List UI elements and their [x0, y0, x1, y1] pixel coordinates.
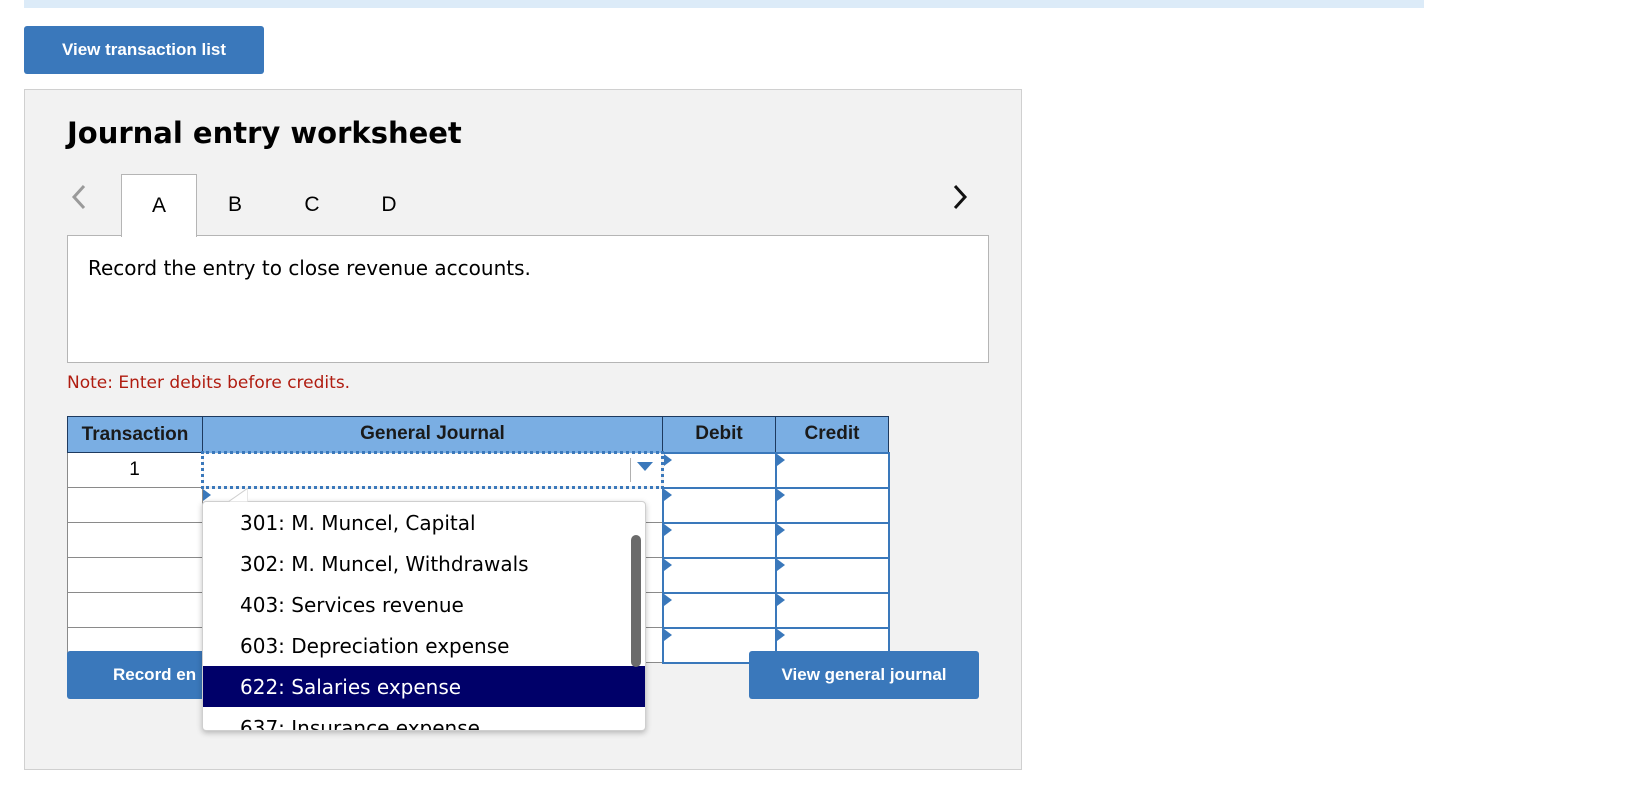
dropdown-option-highlighted[interactable]: 622: Salaries expense: [203, 666, 645, 707]
dropdown-option[interactable]: 637: Insurance expense: [203, 707, 645, 731]
tab-a[interactable]: A: [121, 174, 197, 237]
credit-input[interactable]: [774, 556, 890, 594]
credit-input[interactable]: [774, 521, 890, 559]
view-general-journal-button[interactable]: View general journal: [749, 651, 979, 699]
tab-c[interactable]: C: [274, 174, 350, 236]
view-transaction-list-button[interactable]: View transaction list: [24, 26, 264, 74]
transaction-cell: 1: [67, 452, 203, 488]
dropdown-scrollbar[interactable]: [631, 535, 641, 667]
debit-input[interactable]: [661, 556, 777, 594]
debit-input[interactable]: [661, 591, 777, 629]
transaction-cell: [67, 487, 203, 523]
instruction-text: Record the entry to close revenue accoun…: [88, 256, 531, 280]
header-general-journal: General Journal: [202, 416, 663, 453]
debit-input[interactable]: [661, 521, 777, 559]
dropdown-option[interactable]: 403: Services revenue: [203, 584, 645, 625]
transaction-cell: [67, 592, 203, 628]
transaction-cell: [67, 522, 203, 558]
chevron-left-icon[interactable]: [69, 182, 89, 212]
chevron-right-icon[interactable]: [950, 182, 970, 212]
credit-input[interactable]: [774, 486, 890, 524]
instruction-box: Record the entry to close revenue accoun…: [67, 235, 989, 363]
note-text: Note: Enter debits before credits.: [67, 373, 351, 393]
tab-b[interactable]: B: [197, 174, 273, 236]
credit-input[interactable]: [774, 591, 890, 629]
credit-input[interactable]: [774, 451, 890, 489]
dropdown-option[interactable]: 603: Depreciation expense: [203, 625, 645, 666]
account-dropdown-list: 301: M. Muncel, Capital 302: M. Muncel, …: [202, 501, 646, 731]
dropdown-option[interactable]: 301: M. Muncel, Capital: [203, 502, 645, 543]
dropdown-option[interactable]: 302: M. Muncel, Withdrawals: [203, 543, 645, 584]
debit-input[interactable]: [661, 451, 777, 489]
dropdown-pointer: [228, 488, 248, 502]
worksheet-title: Journal entry worksheet: [67, 116, 462, 150]
account-select[interactable]: [201, 451, 664, 489]
header-debit: Debit: [662, 416, 776, 453]
debit-input[interactable]: [661, 486, 777, 524]
dropdown-arrow-icon[interactable]: [637, 462, 653, 471]
table-row: 1: [67, 451, 890, 489]
top-banner: [24, 0, 1424, 8]
header-credit: Credit: [775, 416, 889, 453]
transaction-cell: [67, 557, 203, 593]
header-transaction: Transaction: [67, 416, 203, 453]
tab-d[interactable]: D: [351, 174, 427, 236]
select-divider: [630, 458, 631, 482]
